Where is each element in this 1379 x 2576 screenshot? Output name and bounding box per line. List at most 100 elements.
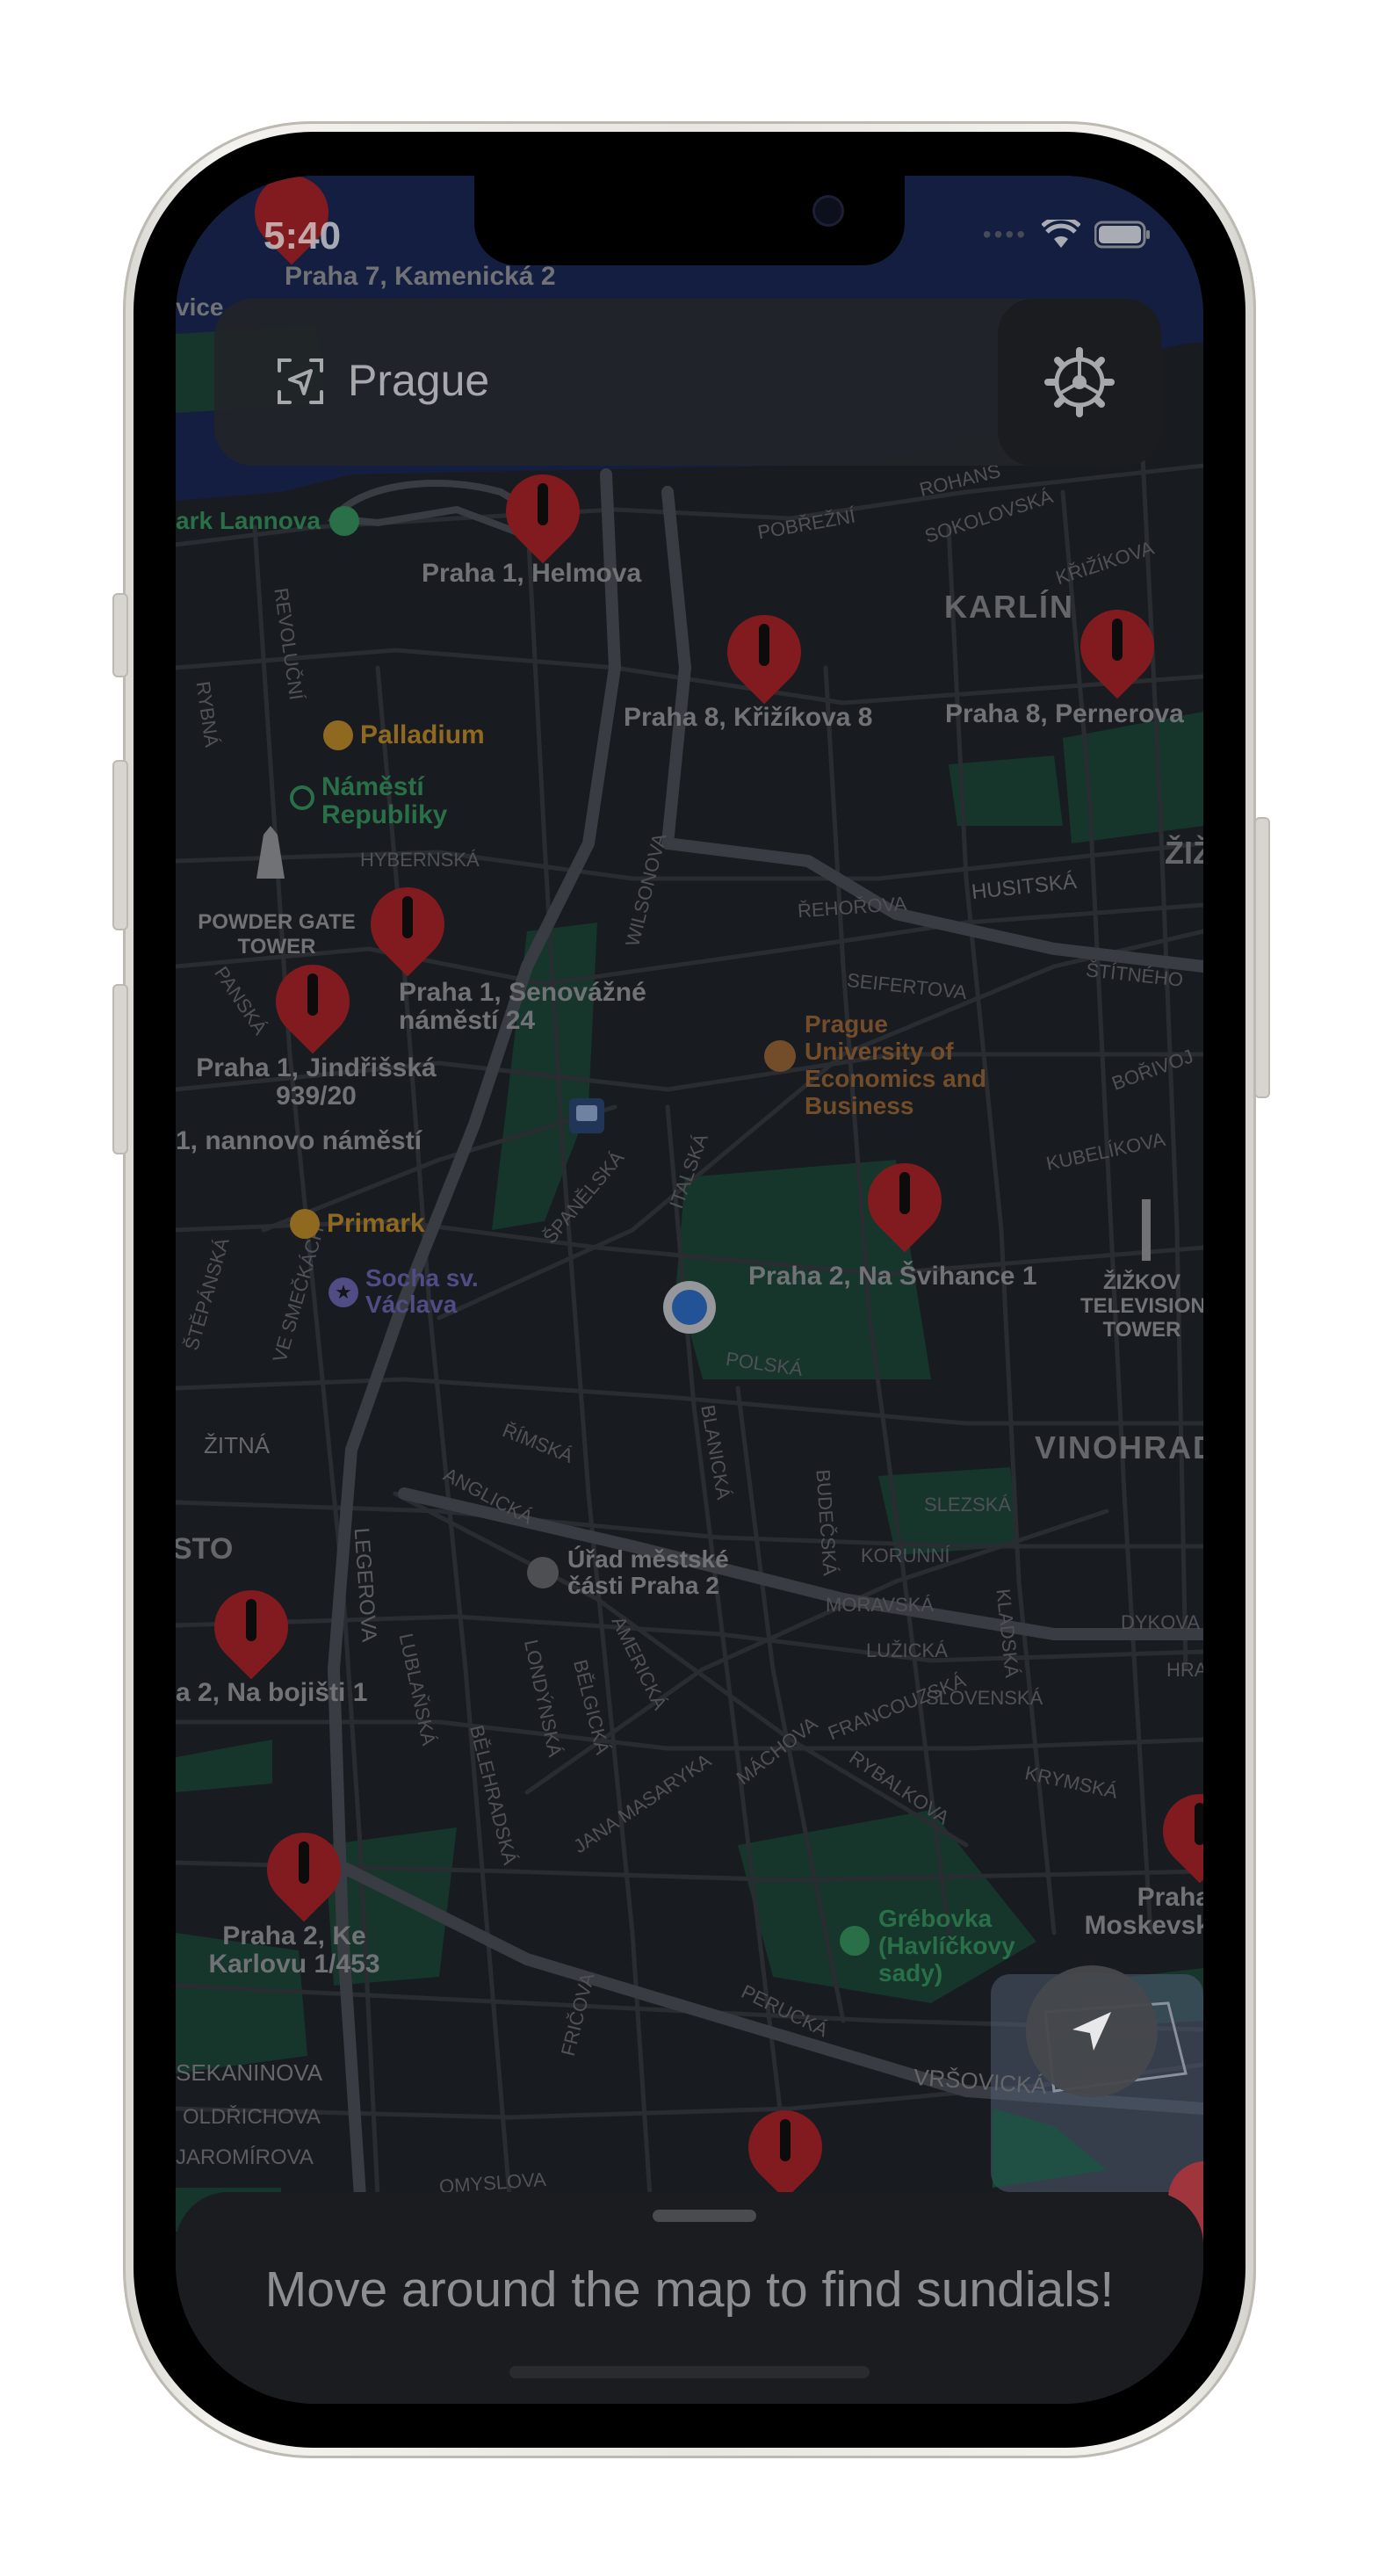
sundial-pin[interactable] [199,1574,304,1680]
street-label: RYBNÁ [191,679,223,749]
street-label: VE SMEČKÁCH [268,1223,329,1365]
street-label: SLEZSKÁ [924,1494,1012,1516]
street-label: KŘIŽÍKOVA [1052,536,1157,590]
street-label: LUŽICKÁ [866,1639,948,1661]
settings-button[interactable] [998,299,1161,466]
street-label: KORUNNÍ [861,1545,950,1567]
street-label: KRYMSKÁ [1022,1762,1120,1803]
sundial-label: 1, nannovo náměstí [176,1126,422,1155]
street-label: VRŠOVICKÁ [913,2063,1048,2100]
street-label: SEKANINOVA [176,2059,323,2086]
poi-urad-prahy-2[interactable]: Úřad městské části Praha 2 [527,1546,761,1599]
poi-primark[interactable]: Primark [290,1209,425,1239]
sundial-pin[interactable] [1065,594,1170,699]
sundial-pin[interactable] [1147,1778,1203,1884]
street-label: BOŘIVOJ [1108,1045,1196,1095]
status-icons: •••• [983,220,1151,250]
sundial-label: Praha Moskevsk [1084,1883,1203,1940]
street-label: LUBLAŇSKÁ [394,1631,441,1747]
street-label: FRIČOVA [556,1971,599,2059]
poi-university[interactable]: Prague University of Economics and Busin… [764,1010,1007,1119]
sheet-message: Move around the map to find sundials! [264,2261,1115,2318]
tree-icon [329,506,359,536]
street-label: HUSITSKÁ [970,869,1079,905]
screen: KARLÍN VINOHRADY ŽIŽ ROHANS POBŘEŽNÍ SOK… [176,176,1203,2404]
street-label: JAROMÍROVA [176,2145,314,2169]
street-label: ŘEHOŘOVA [797,892,907,923]
government-building-icon [527,1557,559,1588]
sundial-label: Praha 1, Jindřišská 939/20 [196,1053,437,1111]
street-label: ŠPANĚLSKÁ [538,1147,629,1248]
notch [474,176,905,265]
shopping-bag-icon [323,720,353,750]
poi-zizkov-tower[interactable]: ŽIŽKOV TELEVISION TOWER [1080,1270,1203,1342]
street-label: REVOLUČNÍ [270,586,307,702]
home-indicator[interactable] [509,2366,870,2378]
poi-powder-gate-tower[interactable]: POWDER GATE TOWER [193,910,360,959]
sundial-label: Praha 2, Na Švihance 1 [748,1262,1037,1291]
street-label: ROHANS [917,459,1003,502]
sundial-pin[interactable] [733,2095,838,2200]
street-label: STO [176,1532,234,1566]
poi-socha-sv-vaclava[interactable]: ★ Socha sv. Václava [329,1265,506,1318]
street-label: ŘÍMSKÁ [499,1419,577,1467]
sundial-label: Praha 2, Ke Karlovu 1/453 [208,1921,380,1979]
volume-up-button [112,760,128,930]
street-label: PERUCKÁ [738,1980,832,2042]
street-label: POBŘEŽNÍ [755,504,857,544]
street-label: LEGEROVA [349,1527,381,1643]
poi-namesti-republiky[interactable]: Náměstí Republiky [290,773,480,829]
shirt-icon [290,1209,320,1239]
battery-icon [1094,221,1150,249]
sundial-label: Praha 8, Křižíkova 8 [624,703,873,732]
gear-icon [1044,347,1115,417]
street-label: PANSKÁ [210,962,272,1039]
sheet-drag-handle[interactable] [653,2210,756,2222]
current-location-button[interactable] [1026,1965,1158,2097]
street-label: BUDEČSKÁ [812,1468,841,1577]
street-label: HYBERNSKÁ [360,849,480,871]
mute-switch [112,593,128,677]
sundial-label: a 2, Na bojišti 1 [176,1678,368,1707]
poi-grebovka[interactable]: Grébovka (Havlíčkovy sady) [840,1905,1063,1986]
sundial-label: Praha 7, Kamenická 2 [285,262,556,291]
status-time: 5:40 [264,214,342,257]
street-label: JANA MASARYKA [569,1749,716,1858]
street-label: AMERICKÁ [607,1612,672,1713]
district-label: ŽIŽ [1165,835,1203,871]
street-label: LONDÝNSKÁ [520,1637,567,1759]
poi-palladium[interactable]: Palladium [323,720,485,750]
sundial-pin[interactable] [260,949,365,1054]
sundial-pin[interactable] [251,1817,357,1922]
street-label: HRA [1166,1659,1203,1681]
street-label: BĚLGICKÁ [569,1657,614,1757]
street-label: ANGLICKÁ [439,1463,537,1529]
poi-park-lannova[interactable]: ark Lannova [176,506,359,536]
sundial-pin[interactable] [355,872,460,977]
wifi-icon [1042,220,1080,248]
sundial-pin[interactable] [711,599,817,705]
location-search-icon [278,358,323,404]
volume-down-button [112,984,128,1154]
tree-icon [840,1926,870,1956]
street-label: RYBALKOVA [845,1746,954,1829]
poi-partial-label: vice [176,293,224,321]
sundial-pin[interactable] [490,459,596,564]
sundial-label: Praha 8, Pernerova [945,699,1184,728]
power-button [1254,817,1270,1098]
location-arrow-icon [1072,2012,1111,2051]
search-input[interactable]: Prague [348,355,489,406]
street-label: POLSKÁ [724,1347,805,1381]
street-label: ŽITNÁ [204,1432,271,1458]
sundial-pin[interactable] [852,1147,957,1253]
street-label: BLANICKÁ [697,1403,735,1501]
street-label: KLADSKÁ [992,1588,1023,1679]
sundial-label: Praha 1, Senovážné náměstí 24 [399,978,646,1035]
street-label: OLDŘICHOVA [183,2105,321,2129]
street-label: SEIFERTOVA [846,968,968,1004]
district-label: VINOHRADY [1035,1429,1203,1465]
street-label: ŠTĚPÁNSKÁ [180,1234,234,1353]
graduation-cap-icon [764,1040,796,1072]
street-label: MÁCHOVA [732,1712,822,1790]
street-label: ITALSKÁ [665,1130,712,1212]
